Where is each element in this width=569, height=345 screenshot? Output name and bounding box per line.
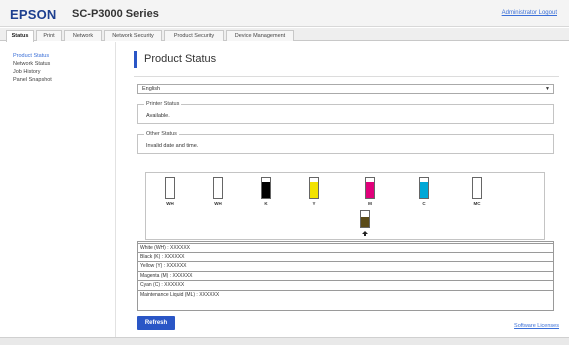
admin-logout-link[interactable]: Administrator Logout bbox=[502, 10, 557, 16]
tab-device-management[interactable]: Device Management bbox=[226, 30, 294, 41]
ink-cartridge-body bbox=[213, 177, 223, 199]
ink-label: WH bbox=[166, 201, 174, 206]
maintenance-fill bbox=[361, 217, 369, 227]
chevron-down-icon: ▼ bbox=[545, 86, 550, 92]
ink-cartridge-wh: WH bbox=[158, 173, 182, 213]
ink-label: Y bbox=[312, 201, 316, 206]
ink-label: WH bbox=[214, 201, 222, 206]
footer-bar bbox=[0, 337, 569, 345]
other-status-legend: Other Status bbox=[144, 131, 179, 137]
ink-level-row-maintenance: Maintenance Liquid (ML) : XXXXXX bbox=[140, 291, 220, 298]
sidebar-item-network-status[interactable]: Network Status bbox=[13, 61, 50, 67]
tab-bar: Status Print Network Network Security Pr… bbox=[0, 28, 569, 42]
ink-cartridge-body bbox=[419, 177, 429, 199]
ink-label: M bbox=[368, 201, 372, 206]
ink-cartridge-body bbox=[261, 177, 271, 199]
sidebar: Product Status Network Status Job Histor… bbox=[0, 42, 116, 337]
ink-label: K bbox=[264, 201, 268, 206]
ink-cartridge-body bbox=[309, 177, 319, 199]
language-value: English bbox=[142, 86, 161, 92]
other-status-value: Invalid date and time. bbox=[146, 143, 199, 149]
ink-fill bbox=[366, 182, 374, 198]
title-accent-bar bbox=[134, 51, 137, 68]
ink-cartridge-m: M bbox=[358, 173, 382, 213]
epson-logo: EPSON bbox=[10, 7, 57, 22]
page-title: Product Status bbox=[144, 53, 217, 65]
ink-level-row-white: White (WH) : XXXXXX bbox=[137, 243, 554, 253]
tab-network[interactable]: Network bbox=[64, 30, 102, 41]
tab-print[interactable]: Print bbox=[36, 30, 62, 41]
language-select[interactable]: English ▼ bbox=[137, 84, 554, 94]
ink-cartridge-c: C bbox=[412, 173, 436, 213]
ink-fill bbox=[420, 182, 428, 198]
ink-cartridge-k: K bbox=[254, 173, 278, 213]
tab-product-security[interactable]: Product Security bbox=[164, 30, 224, 41]
page: EPSON SC-P3000 Series Administrator Logo… bbox=[0, 0, 569, 345]
ink-level-row-magenta: Magenta (M) : XXXXXX bbox=[137, 272, 554, 282]
ink-cartridge-body bbox=[472, 177, 482, 199]
ink-level-table: White (WH) : XXXXXX Black (K) : XXXXXX Y… bbox=[137, 243, 554, 301]
ink-cartridge-body bbox=[365, 177, 375, 199]
ink-fill bbox=[310, 182, 318, 198]
tab-status[interactable]: Status bbox=[6, 30, 34, 42]
ink-label: C bbox=[422, 201, 426, 206]
maintenance-box bbox=[353, 210, 377, 238]
printer-status-value: Available. bbox=[146, 113, 170, 119]
ink-level-row-black: Black (K) : XXXXXX bbox=[137, 253, 554, 263]
main-content: Product Status English ▼ Printer Status … bbox=[117, 42, 569, 337]
tab-network-security[interactable]: Network Security bbox=[104, 30, 162, 41]
ink-label: MC bbox=[473, 201, 481, 206]
refresh-button[interactable]: Refresh bbox=[137, 316, 175, 330]
other-status-group: Other Status Invalid date and time. bbox=[137, 131, 554, 154]
model-name: SC-P3000 Series bbox=[72, 8, 159, 20]
ink-cartridge-wh: WH bbox=[206, 173, 230, 213]
maintenance-box-icon bbox=[362, 231, 368, 236]
ink-levels-panel: WH WH K Y M C MC bbox=[145, 172, 545, 240]
ink-cartridge-mc: MC bbox=[465, 173, 489, 213]
title-divider bbox=[134, 76, 559, 77]
header: EPSON SC-P3000 Series Administrator Logo… bbox=[0, 0, 569, 27]
software-licenses-link[interactable]: Software Licenses bbox=[514, 323, 559, 329]
sidebar-item-job-history[interactable]: Job History bbox=[13, 69, 41, 75]
sidebar-item-panel-snapshot[interactable]: Panel Snapshot bbox=[13, 77, 52, 83]
printer-status-legend: Printer Status bbox=[144, 101, 182, 107]
ink-fill bbox=[262, 182, 270, 198]
ink-level-row-yellow: Yellow (Y) : XXXXXX bbox=[137, 262, 554, 272]
ink-cartridge-body bbox=[165, 177, 175, 199]
ink-level-row-cyan: Cyan (C) : XXXXXX bbox=[137, 281, 554, 291]
ink-cartridge-y: Y bbox=[302, 173, 326, 213]
printer-status-group: Printer Status Available. bbox=[137, 101, 554, 124]
sidebar-item-product-status[interactable]: Product Status bbox=[13, 53, 49, 59]
